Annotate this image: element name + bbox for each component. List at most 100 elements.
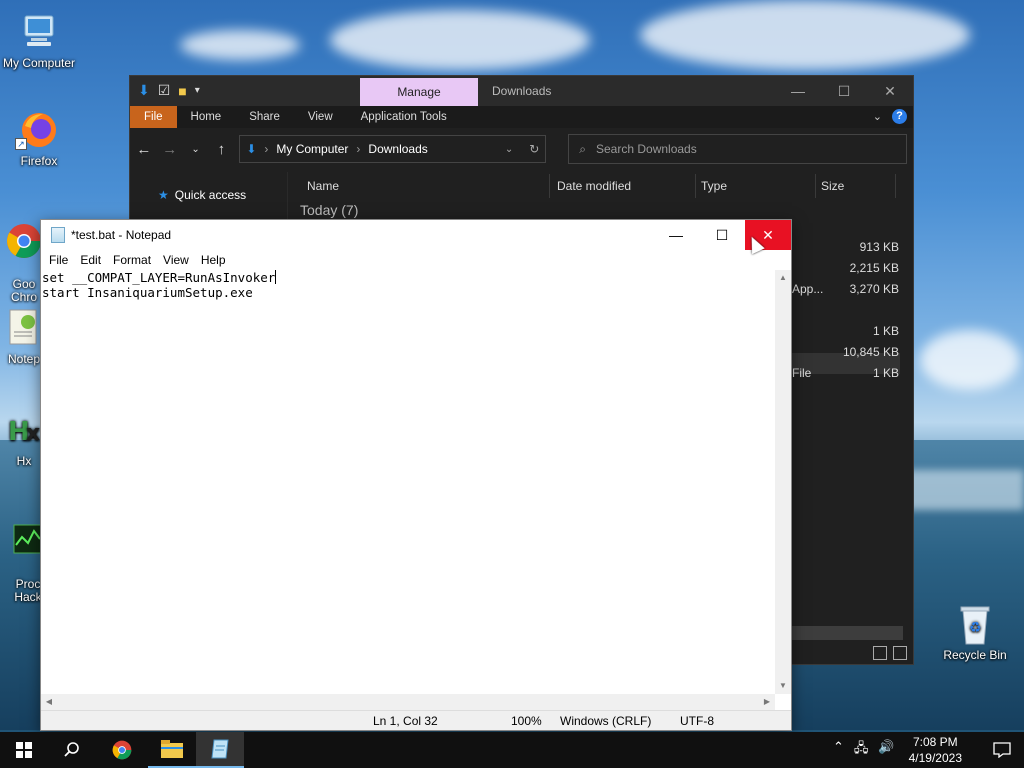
notepad-window-title: *test.bat - Notepad bbox=[71, 228, 172, 242]
status-zoom: 100% bbox=[511, 714, 542, 728]
column-headers: Name Date modified Type Size bbox=[288, 172, 903, 200]
ribbon-tab-application-tools[interactable]: Application Tools bbox=[347, 106, 461, 128]
back-arrow-icon[interactable]: ← bbox=[136, 141, 152, 158]
ribbon-expand-chevron-icon[interactable]: ⌄ bbox=[873, 110, 882, 123]
download-arrow-icon[interactable]: ⬇ bbox=[138, 82, 150, 99]
breadcrumb-downloads[interactable]: Downloads bbox=[368, 142, 427, 156]
taskbar-search-button[interactable] bbox=[48, 732, 96, 768]
breadcrumb-separator-icon: › bbox=[264, 142, 269, 156]
file-size-cell: 1 KB bbox=[872, 324, 899, 338]
taskbar-chrome[interactable] bbox=[98, 732, 146, 768]
chrome-icon bbox=[112, 740, 132, 760]
tray-icons: ⌃ 🖧 🔊 bbox=[833, 739, 895, 761]
desktop-icon-firefox[interactable]: Firefox ↗ bbox=[1, 108, 77, 168]
menu-file[interactable]: File bbox=[43, 253, 74, 267]
address-bar[interactable]: ⬇ › My Computer › Downloads ⌄ ↻ bbox=[239, 135, 547, 163]
menu-format[interactable]: Format bbox=[107, 253, 157, 267]
text-line: set __COMPAT_LAYER=RunAsInvoker bbox=[42, 270, 775, 285]
column-header-date-modified[interactable]: Date modified bbox=[550, 174, 696, 198]
notepad-titlebar[interactable]: *test.bat - Notepad — ☐ ✕ bbox=[41, 220, 791, 250]
notepad-window-controls: — ☐ ✕ bbox=[653, 220, 791, 250]
status-cursor-position: Ln 1, Col 32 bbox=[373, 714, 438, 728]
menu-view[interactable]: View bbox=[157, 253, 195, 267]
desktop-icon-recycle-bin[interactable]: ♻ Recycle Bin bbox=[937, 602, 1013, 662]
ribbon-tabs: File Home Share View Application Tools ⌄… bbox=[130, 106, 913, 128]
wallpaper-cloud bbox=[330, 10, 590, 70]
up-arrow-icon[interactable]: ↑ bbox=[213, 141, 229, 158]
taskbar: ⌃ 🖧 🔊 7:08 PM 4/19/2023 bbox=[0, 732, 1024, 768]
taskbar-file-explorer[interactable] bbox=[148, 732, 196, 768]
properties-icon[interactable]: ☑ bbox=[158, 82, 171, 99]
show-hidden-icons-chevron-icon[interactable]: ⌃ bbox=[833, 739, 844, 761]
details-view-icon[interactable] bbox=[873, 646, 887, 660]
ribbon-tab-file[interactable]: File bbox=[130, 106, 177, 128]
scroll-left-icon[interactable]: ◀ bbox=[41, 694, 57, 710]
ribbon-tab-view[interactable]: View bbox=[294, 106, 347, 128]
scroll-down-icon[interactable]: ▼ bbox=[775, 678, 791, 694]
notepad-text-area[interactable]: set __COMPAT_LAYER=RunAsInvoker start Ins… bbox=[41, 270, 775, 694]
group-header-today[interactable]: Today (7) bbox=[300, 202, 358, 218]
windows-logo-icon bbox=[16, 742, 32, 758]
menu-edit[interactable]: Edit bbox=[74, 253, 107, 267]
address-row: ← → ⌄ ↑ ⬇ › My Computer › Downloads ⌄ ↻ … bbox=[130, 128, 913, 170]
taskbar-clock[interactable]: 7:08 PM 4/19/2023 bbox=[909, 734, 962, 766]
notepad-app-icon bbox=[51, 227, 65, 243]
qat-dropdown-icon[interactable]: ▾ bbox=[195, 85, 200, 96]
explorer-titlebar[interactable]: ⬇ ☑ ■ ▾ Manage Downloads — ☐ ✕ bbox=[130, 76, 913, 106]
wallpaper-cloud bbox=[920, 330, 1020, 390]
scroll-up-icon[interactable]: ▲ bbox=[775, 270, 791, 286]
search-downloads-box[interactable]: ⌕ Search Downloads bbox=[568, 134, 907, 164]
system-tray: ⌃ 🖧 🔊 7:08 PM 4/19/2023 bbox=[833, 732, 1024, 768]
column-header-type[interactable]: Type bbox=[696, 174, 816, 198]
desktop-icon-my-computer[interactable]: My Computer bbox=[1, 10, 77, 70]
nav-item-label: Quick access bbox=[174, 188, 247, 202]
quick-access-toolbar: ⬇ ☑ ■ ▾ bbox=[138, 82, 200, 99]
ribbon-tab-share[interactable]: Share bbox=[235, 106, 294, 128]
notepad-icon bbox=[211, 739, 229, 759]
address-dropdown-icon[interactable]: ⌄ bbox=[505, 144, 513, 155]
ribbon-contextual-manage-tab[interactable]: Manage bbox=[360, 78, 478, 106]
status-encoding: UTF-8 bbox=[680, 714, 714, 728]
notepad-window[interactable]: *test.bat - Notepad — ☐ ✕ File Edit Form… bbox=[40, 219, 792, 731]
column-header-size[interactable]: Size bbox=[816, 174, 896, 198]
close-icon[interactable]: ✕ bbox=[867, 76, 913, 106]
start-button[interactable] bbox=[0, 732, 48, 768]
volume-icon[interactable]: 🔊 bbox=[878, 739, 894, 761]
notification-icon bbox=[993, 742, 1011, 758]
notepad-horizontal-scrollbar[interactable]: ◀ ▶ bbox=[41, 694, 775, 710]
wallpaper-foam bbox=[900, 470, 1024, 510]
computer-icon bbox=[17, 10, 61, 54]
maximize-icon[interactable]: ☐ bbox=[821, 76, 867, 106]
svg-text:♻: ♻ bbox=[969, 619, 982, 635]
maximize-icon[interactable]: ☐ bbox=[699, 220, 745, 250]
refresh-icon[interactable]: ↻ bbox=[529, 142, 539, 156]
explorer-horizontal-scrollbar[interactable] bbox=[790, 626, 903, 640]
large-icons-view-icon[interactable] bbox=[893, 646, 907, 660]
action-center-button[interactable] bbox=[980, 742, 1024, 758]
wallpaper-cloud bbox=[640, 0, 970, 70]
search-icon: ⌕ bbox=[579, 141, 586, 156]
notepad-vertical-scrollbar[interactable]: ▲ ▼ bbox=[775, 270, 791, 694]
scroll-right-icon[interactable]: ▶ bbox=[759, 694, 775, 710]
column-header-name[interactable]: Name bbox=[288, 174, 550, 198]
forward-arrow-icon[interactable]: → bbox=[162, 141, 178, 158]
ribbon-right-controls: ⌄ ? bbox=[873, 109, 907, 124]
breadcrumb-my-computer[interactable]: My Computer bbox=[276, 142, 348, 156]
clock-time: 7:08 PM bbox=[912, 735, 958, 749]
minimize-icon[interactable]: — bbox=[775, 76, 821, 106]
taskbar-notepad[interactable] bbox=[196, 732, 244, 768]
search-icon bbox=[64, 742, 79, 757]
file-size-cell: 913 KB bbox=[859, 240, 899, 254]
clock-date: 4/19/2023 bbox=[908, 751, 962, 765]
minimize-icon[interactable]: — bbox=[653, 220, 699, 250]
help-icon[interactable]: ? bbox=[892, 109, 907, 124]
ribbon-tab-home[interactable]: Home bbox=[177, 106, 236, 128]
view-toggle bbox=[873, 646, 907, 660]
explorer-window-controls: — ☐ ✕ bbox=[775, 76, 913, 106]
network-icon[interactable]: 🖧 bbox=[854, 739, 869, 761]
nav-item-quick-access[interactable]: ★ Quick access bbox=[158, 188, 246, 202]
recent-locations-chevron-icon[interactable]: ⌄ bbox=[188, 144, 204, 155]
menu-help[interactable]: Help bbox=[195, 253, 232, 267]
text-line-content: start InsaniquariumSetup.exe bbox=[42, 285, 253, 300]
new-folder-icon[interactable]: ■ bbox=[178, 83, 186, 99]
